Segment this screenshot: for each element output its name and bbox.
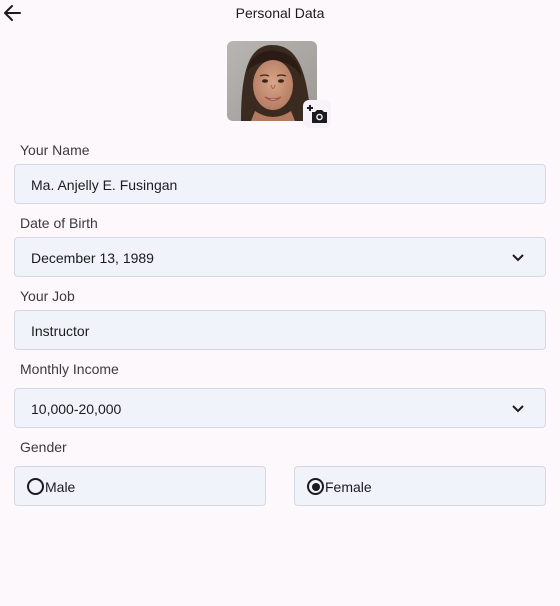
- name-value: Ma. Anjelly E. Fusingan: [31, 177, 178, 193]
- income-dropdown[interactable]: 10,000-20,000: [14, 388, 546, 428]
- chevron-down-icon: [511, 404, 525, 414]
- radio-selected-icon: [307, 478, 324, 495]
- name-label: Your Name: [20, 142, 90, 158]
- income-value: 10,000-20,000: [31, 401, 122, 417]
- income-label: Monthly Income: [20, 361, 119, 377]
- app-bar: Personal Data: [0, 0, 560, 26]
- gender-label: Gender: [20, 439, 67, 455]
- personal-data-screen: Personal Data Your Name Ma. Anjelly E. F…: [0, 0, 560, 606]
- dob-label: Date of Birth: [20, 215, 98, 231]
- chevron-down-icon: [511, 253, 525, 263]
- job-field[interactable]: Instructor: [14, 310, 546, 350]
- profile-photo-area: [227, 41, 331, 128]
- gender-option-female[interactable]: Female: [294, 466, 546, 506]
- add-photo-button[interactable]: [303, 100, 331, 128]
- gender-option-label: Male: [45, 479, 76, 495]
- page-title: Personal Data: [235, 5, 325, 21]
- dob-dropdown[interactable]: December 13, 1989: [14, 237, 546, 277]
- add-photo-camera-icon: [307, 105, 327, 123]
- gender-option-male[interactable]: Male: [14, 466, 266, 506]
- name-field[interactable]: Ma. Anjelly E. Fusingan: [14, 164, 546, 204]
- job-value: Instructor: [31, 323, 90, 339]
- job-label: Your Job: [20, 288, 75, 304]
- radio-unselected-icon: [27, 478, 44, 495]
- gender-option-label: Female: [325, 479, 372, 495]
- dob-value: December 13, 1989: [31, 250, 154, 266]
